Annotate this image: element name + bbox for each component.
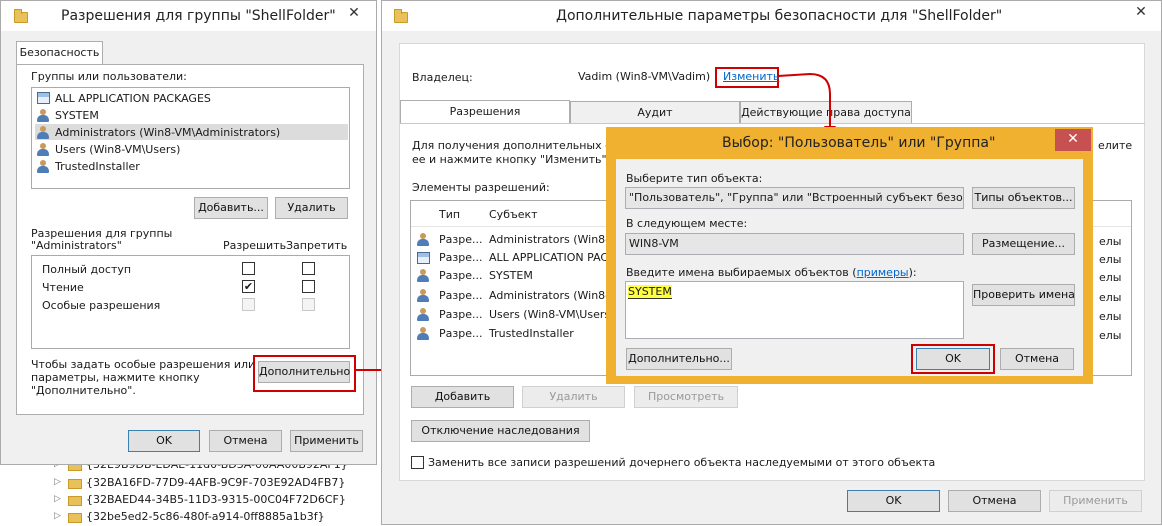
- entered-name: SYSTEM: [628, 285, 672, 299]
- cancel-button[interactable]: Отмена: [1000, 348, 1074, 370]
- window-title: Разрешения для группы "ShellFolder": [61, 8, 336, 24]
- user-group-icon: [417, 289, 431, 302]
- column-header-type[interactable]: Тип: [439, 208, 460, 221]
- principals-list[interactable]: ALL APPLICATION PACKAGES SYSTEM Administ…: [31, 87, 350, 189]
- title-bar: Разрешения для группы "ShellFolder" ✕: [1, 1, 376, 31]
- special-perms-text: "Дополнительно".: [31, 384, 136, 397]
- names-textarea[interactable]: SYSTEM: [625, 281, 964, 339]
- cancel-button[interactable]: Отмена: [209, 430, 282, 452]
- add-entry-button[interactable]: Добавить: [411, 386, 514, 408]
- user-group-icon: [37, 160, 51, 173]
- user-group-icon: [417, 327, 431, 340]
- package-icon: [417, 252, 430, 264]
- user-group-icon: [417, 269, 431, 282]
- examples-link[interactable]: примеры: [857, 266, 909, 279]
- info-text: ее и нажмите кнопку "Изменить" (е: [412, 153, 622, 166]
- special-perms-text: Чтобы задать особые разрешения или: [31, 358, 256, 371]
- user-group-icon: [37, 126, 51, 139]
- window-title: Дополнительные параметры безопасности дл…: [556, 8, 1003, 24]
- select-user-dialog: Выбор: "Пользователь" или "Группа" ✕ Выб…: [606, 127, 1093, 384]
- ok-button[interactable]: OK: [847, 490, 940, 512]
- owner-value: Vadim (Win8-VM\Vadim): [578, 70, 711, 83]
- permissions-list: Полный доступ Чтение ✔ Особые разрешения: [31, 255, 350, 349]
- disable-inheritance-button[interactable]: Отключение наследования: [411, 420, 590, 442]
- location-label: В следующем месте:: [626, 217, 748, 230]
- column-header-subject[interactable]: Субъект: [489, 208, 538, 221]
- ok-button[interactable]: OK: [128, 430, 200, 452]
- folder-icon: [68, 513, 82, 523]
- groups-label: Группы или пользователи:: [31, 70, 187, 83]
- tab-audit[interactable]: Аудит: [570, 101, 740, 124]
- locations-button[interactable]: Размещение...: [972, 233, 1075, 255]
- add-button[interactable]: Добавить...: [194, 197, 268, 219]
- folder-icon: [394, 9, 408, 23]
- perms-for-group: "Administrators": [31, 239, 122, 252]
- window-title: Выбор: "Пользователь" или "Группа": [722, 135, 996, 151]
- user-group-icon: [37, 143, 51, 156]
- perm-name: Особые разрешения: [42, 299, 161, 312]
- tab-divider: [400, 123, 1145, 124]
- cancel-button[interactable]: Отмена: [948, 490, 1041, 512]
- tab-security[interactable]: Безопасность: [16, 41, 103, 65]
- list-item[interactable]: TrustedInstaller: [35, 158, 348, 174]
- tab-permissions[interactable]: Разрешения: [400, 100, 570, 124]
- dialog-body: Выберите тип объекта: "Пользователь", "Г…: [616, 159, 1083, 376]
- expand-arrow-icon[interactable]: ▷: [54, 494, 61, 504]
- advanced-button[interactable]: Дополнительно: [258, 361, 350, 383]
- replace-child-checkbox[interactable]: [411, 456, 424, 469]
- deny-checkbox[interactable]: [302, 262, 315, 275]
- deny-checkbox[interactable]: [302, 298, 315, 311]
- special-perms-text: параметры, нажмите кнопку: [31, 371, 200, 384]
- location-field: WIN8-VM: [625, 233, 964, 255]
- deny-column-header: Запретить: [286, 239, 348, 252]
- expand-arrow-icon[interactable]: ▷: [54, 511, 61, 521]
- names-label: Введите имена выбираемых объектов (приме…: [626, 266, 917, 279]
- close-icon[interactable]: ✕: [339, 3, 369, 24]
- allow-column-header: Разрешить: [223, 239, 287, 252]
- user-group-icon: [417, 233, 431, 246]
- advanced-button[interactable]: Дополнительно...: [626, 348, 732, 370]
- owner-label: Владелец:: [412, 71, 473, 84]
- entries-label: Элементы разрешений:: [412, 181, 550, 194]
- list-item[interactable]: Users (Win8-VM\Users): [35, 141, 348, 157]
- apply-button[interactable]: Применить: [1049, 490, 1142, 512]
- allow-checkbox[interactable]: [242, 298, 255, 311]
- apply-button[interactable]: Применить: [290, 430, 363, 452]
- object-types-button[interactable]: Типы объектов...: [972, 187, 1075, 209]
- info-text: Для получения дополнительных св: [412, 139, 618, 152]
- title-bar: Дополнительные параметры безопасности дл…: [382, 1, 1161, 31]
- title-bar: Выбор: "Пользователь" или "Группа": [608, 129, 1091, 157]
- user-group-icon: [417, 308, 431, 321]
- close-icon[interactable]: ✕: [1126, 1, 1156, 25]
- view-entry-button[interactable]: Просмотреть: [634, 386, 738, 408]
- perm-name: Полный доступ: [42, 263, 132, 276]
- folder-icon: [68, 496, 82, 506]
- object-type-label: Выберите тип объекта:: [626, 172, 763, 185]
- permissions-dialog: Разрешения для группы "ShellFolder" ✕ Бе…: [0, 0, 377, 465]
- expand-arrow-icon[interactable]: ▷: [54, 477, 61, 487]
- close-icon[interactable]: ✕: [1055, 129, 1091, 151]
- change-owner-link[interactable]: Изменить: [723, 70, 779, 83]
- object-type-field: "Пользователь", "Группа" или "Встроенный…: [625, 187, 964, 209]
- list-item[interactable]: SYSTEM: [35, 107, 348, 123]
- allow-checkbox[interactable]: ✔: [242, 280, 255, 293]
- list-item[interactable]: ALL APPLICATION PACKAGES: [35, 90, 348, 106]
- check-names-button[interactable]: Проверить имена: [972, 284, 1075, 306]
- info-text-end: елите: [1098, 139, 1133, 152]
- list-item-selected[interactable]: Administrators (Win8-VM\Administrators): [35, 124, 348, 140]
- perm-name: Чтение: [42, 281, 84, 294]
- folder-icon: [68, 479, 82, 489]
- remove-entry-button[interactable]: Удалить: [522, 386, 625, 408]
- remove-button[interactable]: Удалить: [275, 197, 348, 219]
- user-group-icon: [37, 109, 51, 122]
- folder-icon: [14, 9, 28, 23]
- allow-checkbox[interactable]: [242, 262, 255, 275]
- package-icon: [37, 92, 50, 104]
- deny-checkbox[interactable]: [302, 280, 315, 293]
- ok-button[interactable]: OK: [916, 348, 990, 370]
- replace-child-label: Заменить все записи разрешений дочернего…: [428, 456, 936, 469]
